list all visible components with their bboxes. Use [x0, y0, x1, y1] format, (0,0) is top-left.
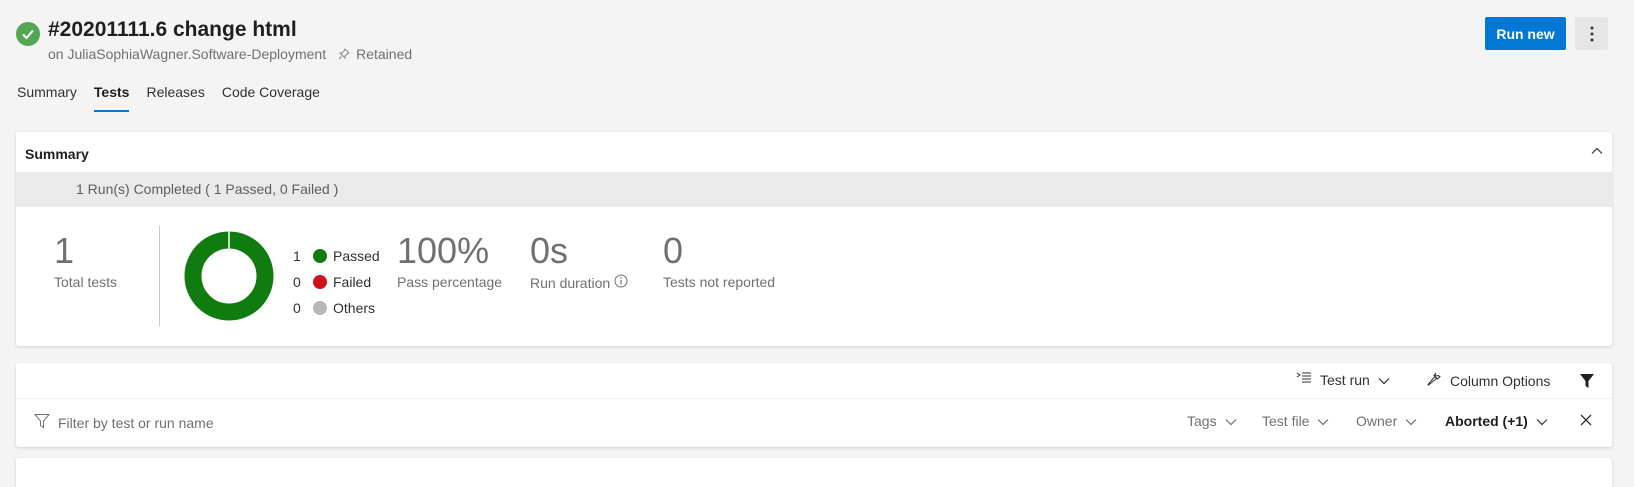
stat-divider — [159, 226, 160, 326]
tests-not-reported-value: 0 — [663, 230, 684, 271]
run-duration-label: Run duration — [530, 274, 611, 291]
chevron-down-icon — [1317, 413, 1329, 429]
repository-link[interactable]: on JuliaSophiaWagner.Software-Deployment — [48, 46, 326, 62]
column-options-button[interactable]: Column Options — [1426, 371, 1550, 390]
others-dot-icon — [313, 301, 327, 315]
run-duration-label-row: Run duration — [530, 274, 628, 291]
run-duration-stat: 0s Run duration — [530, 232, 628, 291]
legend-failed-label: Failed — [333, 274, 372, 290]
legend-passed-count: 1 — [293, 248, 301, 264]
tags-filter-label: Tags — [1187, 413, 1217, 429]
donut-passed-segment — [184, 231, 274, 321]
filter-icon — [33, 413, 51, 432]
test-file-filter-dropdown[interactable]: Test file — [1262, 413, 1329, 429]
legend-others-count: 0 — [293, 300, 301, 316]
wrench-icon — [1426, 371, 1442, 390]
legend-failed-count: 0 — [293, 274, 301, 290]
column-options-label: Column Options — [1450, 372, 1551, 389]
filter-search-input[interactable]: Filter by test or run name — [33, 413, 214, 432]
total-tests-label: Total tests — [54, 274, 118, 290]
more-vertical-icon[interactable] — [1575, 17, 1608, 50]
tab-releases[interactable]: Releases — [146, 84, 204, 112]
tab-tests[interactable]: Tests — [93, 84, 129, 112]
legend-others: 0 Others — [293, 295, 380, 321]
page-title: #20201111.6 change html — [48, 18, 297, 41]
build-subtitle: on JuliaSophiaWagner.Software-Deployment… — [48, 46, 412, 62]
pin-icon — [338, 48, 350, 60]
tests-results-card: Test run Column Options Filter by test o… — [16, 363, 1612, 447]
run-new-button[interactable]: Run new — [1485, 17, 1566, 50]
chevron-up-icon[interactable] — [1590, 144, 1604, 163]
outcome-filter-label: Aborted (+1) — [1445, 413, 1528, 429]
test-file-filter-label: Test file — [1262, 413, 1310, 429]
total-tests-stat: 1 Total tests — [54, 230, 118, 291]
owner-filter-dropdown[interactable]: Owner — [1356, 413, 1417, 429]
tests-not-reported-label: Tests not reported — [663, 274, 776, 290]
chevron-down-icon — [1225, 413, 1237, 429]
tab-code-coverage[interactable]: Code Coverage — [222, 84, 320, 112]
passed-dot-icon — [313, 249, 327, 263]
tests-not-reported-stat: 0 Tests not reported — [663, 230, 776, 291]
pass-percentage-value: 100% — [397, 230, 490, 271]
retained-label: Retained — [356, 46, 413, 62]
filter-placeholder: Filter by test or run name — [58, 414, 214, 431]
failed-dot-icon — [313, 275, 327, 289]
chevron-down-icon — [1536, 413, 1548, 429]
pass-percentage-label: Pass percentage — [397, 274, 503, 290]
close-icon[interactable] — [1579, 413, 1593, 432]
outcome-filter-dropdown[interactable]: Aborted (+1) — [1445, 413, 1548, 429]
legend-others-label: Others — [333, 300, 376, 316]
pass-percentage-stat: 100% Pass percentage — [397, 230, 503, 291]
results-list-area — [16, 458, 1612, 487]
group-list-icon — [1296, 371, 1312, 388]
group-by-dropdown[interactable]: Test run — [1296, 371, 1390, 388]
legend-failed: 0 Failed — [293, 269, 380, 295]
summary-heading: Summary — [25, 146, 89, 162]
tags-filter-dropdown[interactable]: Tags — [1187, 413, 1237, 429]
tab-summary[interactable]: Summary — [17, 84, 77, 112]
summary-card: Summary 1 Run(s) Completed ( 1 Passed, 0… — [16, 132, 1612, 346]
chevron-down-icon — [1378, 372, 1390, 388]
total-tests-value: 1 — [54, 230, 75, 271]
tab-bar: Summary Tests Releases Code Coverage — [17, 84, 337, 112]
run-duration-value: 0s — [530, 230, 569, 271]
owner-filter-label: Owner — [1356, 413, 1398, 429]
info-icon[interactable] — [614, 274, 628, 291]
runs-completed-banner: 1 Run(s) Completed ( 1 Passed, 0 Failed … — [16, 172, 1612, 207]
group-by-label: Test run — [1320, 371, 1370, 388]
chevron-down-icon — [1405, 413, 1417, 429]
check-circle-icon — [16, 22, 40, 46]
filter-funnel-icon[interactable] — [1579, 373, 1595, 389]
filter-bar: Filter by test or run name Tags Test fil… — [16, 398, 1612, 446]
legend-passed: 1 Passed — [293, 243, 380, 269]
outcome-legend: 1 Passed 0 Failed 0 Others — [293, 243, 380, 321]
legend-passed-label: Passed — [333, 248, 380, 264]
outcome-donut-chart — [184, 231, 274, 321]
